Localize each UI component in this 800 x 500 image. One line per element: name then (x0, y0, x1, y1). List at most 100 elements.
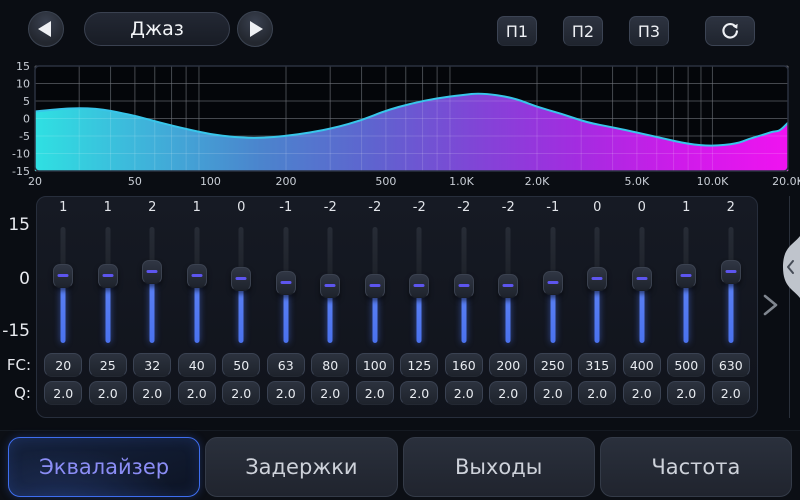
preset-slot-2-button[interactable]: П2 (563, 16, 603, 46)
thumb-grip-icon (414, 284, 425, 287)
band-gain-slider[interactable] (585, 227, 609, 343)
drawer-handle[interactable] (783, 236, 800, 298)
x-tick-label: 200 (276, 175, 297, 188)
slider-thumb[interactable] (53, 264, 73, 288)
q-value-button[interactable]: 2.0 (356, 381, 394, 405)
tab-частота[interactable]: Частота (600, 437, 792, 497)
q-value-button[interactable]: 2.0 (44, 381, 82, 405)
q-value-button[interactable]: 2.0 (445, 381, 483, 405)
slider-thumb[interactable] (142, 260, 162, 284)
fc-value-button[interactable]: 200 (489, 353, 527, 377)
fc-value-button[interactable]: 500 (667, 353, 705, 377)
tab-выходы[interactable]: Выходы (403, 437, 595, 497)
x-tick-label: 100 (200, 175, 221, 188)
prev-preset-button[interactable] (28, 11, 64, 47)
q-value-button[interactable]: 2.0 (311, 381, 349, 405)
slider-thumb[interactable] (454, 274, 474, 298)
slider-thumb[interactable] (498, 274, 518, 298)
fc-value-button[interactable]: 40 (178, 353, 216, 377)
preset-slot-3-button[interactable]: П3 (629, 16, 669, 46)
reset-eq-button[interactable] (705, 16, 755, 46)
slider-thumb[interactable] (632, 267, 652, 291)
band-gain-slider[interactable] (185, 227, 209, 343)
fc-value-button[interactable]: 250 (534, 353, 572, 377)
slider-thumb[interactable] (276, 271, 296, 295)
q-row-label: Q: (0, 384, 31, 402)
band-gain-slider[interactable] (541, 227, 565, 343)
fc-value-button[interactable]: 160 (445, 353, 483, 377)
q-value-button[interactable]: 2.0 (578, 381, 616, 405)
band-gain-slider[interactable] (318, 227, 342, 343)
fc-value-button[interactable]: 125 (400, 353, 438, 377)
q-value-button[interactable]: 2.0 (667, 381, 705, 405)
slider-thumb[interactable] (231, 267, 251, 291)
slider-thumb[interactable] (587, 267, 607, 291)
slider-scale-max: 15 (0, 215, 30, 235)
fc-value-button[interactable]: 315 (578, 353, 616, 377)
fc-value-button[interactable]: 63 (267, 353, 305, 377)
thumb-grip-icon (191, 274, 202, 277)
slider-thumb[interactable] (676, 264, 696, 288)
thumb-grip-icon (102, 274, 113, 277)
band-gain-value: -2 (308, 200, 353, 215)
q-value-button[interactable]: 2.0 (534, 381, 572, 405)
thumb-grip-icon (681, 274, 692, 277)
band-gain-value: -2 (353, 200, 398, 215)
slider-thumb[interactable] (98, 264, 118, 288)
eq-bands-panel: 1202.01252.02322.01402.00502.0-1632.0-28… (36, 196, 758, 418)
slider-thumb[interactable] (320, 274, 340, 298)
band-gain-slider[interactable] (51, 227, 75, 343)
fc-value-button[interactable]: 100 (356, 353, 394, 377)
band-gain-value: 0 (620, 200, 665, 215)
band-gain-value: 1 (664, 200, 709, 215)
band-gain-slider[interactable] (452, 227, 476, 343)
thumb-grip-icon (147, 270, 158, 273)
thumb-grip-icon (280, 281, 291, 284)
thumb-grip-icon (503, 284, 514, 287)
q-value-button[interactable]: 2.0 (400, 381, 438, 405)
q-value-button[interactable]: 2.0 (712, 381, 750, 405)
x-tick-label: 1.0K (449, 175, 474, 188)
band-gain-slider[interactable] (407, 227, 431, 343)
slider-thumb[interactable] (187, 264, 207, 288)
q-value-button[interactable]: 2.0 (623, 381, 661, 405)
q-value-button[interactable]: 2.0 (89, 381, 127, 405)
fc-value-button[interactable]: 80 (311, 353, 349, 377)
fc-value-button[interactable]: 630 (712, 353, 750, 377)
band-gain-slider[interactable] (674, 227, 698, 343)
fc-value-button[interactable]: 32 (133, 353, 171, 377)
preset-slot-1-button[interactable]: П1 (497, 16, 537, 46)
band-gain-slider[interactable] (496, 227, 520, 343)
q-value-button[interactable]: 2.0 (133, 381, 171, 405)
band-gain-slider[interactable] (96, 227, 120, 343)
slider-thumb[interactable] (543, 271, 563, 295)
fc-value-button[interactable]: 20 (44, 353, 82, 377)
q-value-button[interactable]: 2.0 (222, 381, 260, 405)
fc-value-button[interactable]: 25 (89, 353, 127, 377)
band-315: 03152.0 (575, 197, 620, 417)
band-gain-slider[interactable] (719, 227, 743, 343)
slider-thumb[interactable] (721, 260, 741, 284)
band-400: 0 400 2.0 (620, 197, 665, 417)
next-bands-page-button[interactable] (757, 292, 783, 318)
band-200: -22002.0 (486, 197, 531, 417)
x-tick-label: 50 (128, 175, 142, 188)
band-gain-slider[interactable] (630, 227, 654, 343)
band-gain-slider[interactable] (140, 227, 164, 343)
preset-name-display[interactable]: Джаз (84, 12, 230, 46)
q-value-button[interactable]: 2.0 (267, 381, 305, 405)
band-20: 1202.0 (41, 197, 86, 417)
band-gain-slider[interactable] (274, 227, 298, 343)
q-value-button[interactable]: 2.0 (489, 381, 527, 405)
slider-thumb[interactable] (409, 274, 429, 298)
band-gain-slider[interactable] (363, 227, 387, 343)
tab-эквалайзер[interactable]: Эквалайзер (8, 437, 200, 497)
slider-thumb[interactable] (365, 274, 385, 298)
next-preset-button[interactable] (237, 11, 273, 47)
fc-value-button[interactable]: 400 (623, 353, 661, 377)
fc-value-button[interactable]: 50 (222, 353, 260, 377)
tab-задержки[interactable]: Задержки (205, 437, 397, 497)
q-value-button[interactable]: 2.0 (178, 381, 216, 405)
band-gain-value: -1 (264, 200, 309, 215)
band-gain-slider[interactable] (229, 227, 253, 343)
